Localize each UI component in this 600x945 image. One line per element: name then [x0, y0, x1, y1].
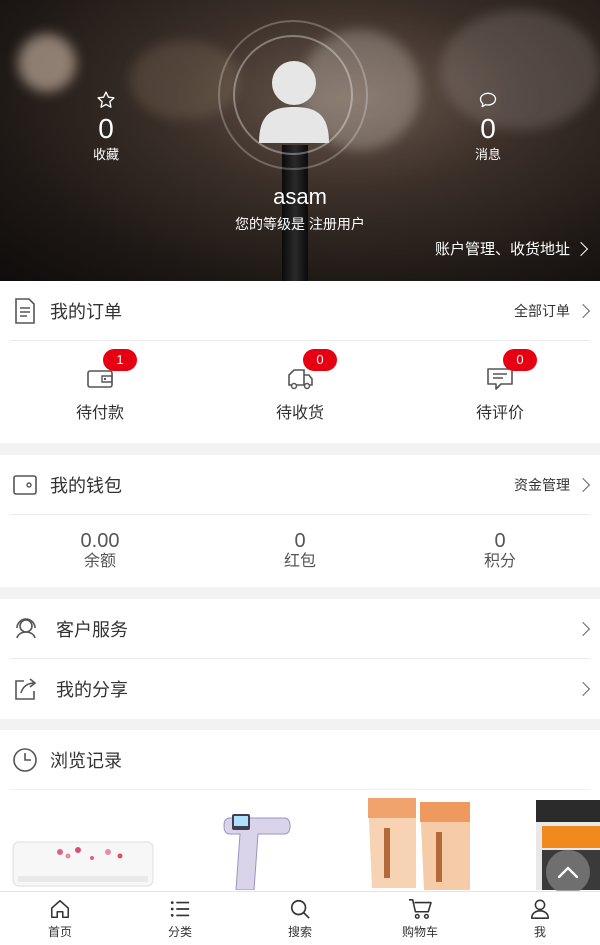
my-share-label: 我的分享 [56, 680, 128, 700]
chevron-right-icon [575, 681, 591, 697]
account-management-label: 账户管理、收货地址 [434, 241, 570, 258]
favorites-count: 0 [98, 113, 114, 144]
all-orders-link[interactable]: 全部订单 [514, 301, 570, 321]
history-products [0, 790, 600, 890]
thermometer-image [223, 814, 291, 890]
favorites-label: 收藏 [92, 147, 119, 162]
wallet-title: 我的钱包 [50, 475, 122, 496]
wallet-red-packet[interactable]: 0 红包 [200, 515, 400, 587]
wallet-icon: 1 [85, 348, 137, 393]
order-pending-receipt[interactable]: 0 待收货 [200, 341, 400, 444]
background-bokeh [18, 34, 76, 92]
order-pending-payment[interactable]: 1 待付款 [0, 341, 200, 444]
my-share-row[interactable]: 我的分享 [10, 659, 591, 719]
chevron-right-icon [575, 303, 591, 318]
points-value: 0 [494, 530, 506, 552]
fund-management-link[interactable]: 资金管理 [514, 475, 570, 495]
username: asam [273, 184, 327, 209]
points-label: 积分 [483, 553, 516, 570]
messages-stat[interactable]: 0 消息 [448, 90, 528, 164]
clock-icon [12, 747, 38, 773]
red-packet-value: 0 [294, 530, 306, 552]
product-thumbnail[interactable] [366, 798, 472, 890]
orders-section: 我的订单 全部订单 1 待付款 0 待收货 0 待评价 [0, 281, 600, 443]
tab-me[interactable]: 我 [480, 892, 600, 945]
tab-label: 搜索 [287, 925, 312, 939]
tab-label: 分类 [167, 925, 192, 939]
air-conditioner-image [12, 841, 154, 887]
order-status-label: 待付款 [75, 404, 124, 422]
list-icon [168, 897, 192, 921]
balance-value: 0.00 [80, 530, 120, 552]
pending-payment-badge: 1 [103, 348, 137, 371]
pending-receipt-badge: 0 [303, 348, 337, 371]
pending-review-badge: 0 [503, 348, 537, 371]
wallet-row: 0.00 余额 0 红包 0 积分 [0, 515, 600, 587]
order-status-label: 待收货 [275, 404, 324, 422]
share-icon [12, 675, 40, 703]
member-level: 您的等级是 注册用户 [235, 216, 365, 232]
order-status-label: 待评价 [475, 404, 524, 422]
chevron-up-icon [557, 866, 579, 879]
profile-header: 0 收藏 0 消息 asam 您的等级是 注册用户 账户管理、收货地址 [0, 0, 600, 281]
messages-label: 消息 [474, 147, 501, 162]
wallet-header[interactable]: 我的钱包 资金管理 [10, 455, 591, 515]
chevron-right-icon [575, 621, 591, 636]
back-to-top-button[interactable] [546, 850, 590, 894]
customer-service-label: 客户服务 [56, 619, 128, 640]
account-management-link[interactable]: 账户管理、收货地址 [434, 238, 589, 259]
favorites-stat[interactable]: 0 收藏 [66, 90, 146, 164]
customer-service-row[interactable]: 客户服务 [10, 599, 591, 659]
truck-icon: 0 [285, 348, 337, 393]
user-avatar-icon [259, 61, 329, 143]
history-section: 浏览记录 [0, 730, 600, 891]
tab-category[interactable]: 分类 [120, 892, 240, 945]
orders-header[interactable]: 我的订单 全部订单 [10, 281, 591, 341]
chevron-right-icon [573, 241, 589, 256]
wallet-section: 我的钱包 资金管理 0.00 余额 0 红包 0 积分 [0, 455, 600, 587]
history-title: 浏览记录 [50, 750, 122, 771]
order-status-row: 1 待付款 0 待收货 0 待评价 [0, 341, 600, 444]
tab-label: 我 [533, 925, 546, 939]
balance-label: 余额 [83, 553, 116, 570]
red-packet-label: 红包 [283, 553, 316, 570]
user-icon [528, 897, 552, 921]
orders-title: 我的订单 [50, 301, 122, 322]
comment-icon: 0 [485, 348, 537, 393]
bottom-tab-bar: 首页 分类 搜索 购物车 我 [0, 891, 600, 945]
product-thumbnail[interactable] [222, 808, 292, 890]
tab-cart[interactable]: 购物车 [360, 892, 480, 945]
tab-label: 首页 [47, 925, 72, 939]
product-thumbnail[interactable] [12, 838, 154, 890]
menu-section: 客户服务 我的分享 [0, 599, 600, 719]
cart-icon [408, 897, 432, 921]
avatar[interactable] [253, 57, 335, 147]
wallet-balance[interactable]: 0.00 余额 [0, 515, 200, 587]
chat-bubble-icon [448, 90, 528, 112]
headset-icon [12, 615, 40, 643]
star-icon [66, 90, 146, 112]
tab-label: 购物车 [401, 925, 438, 939]
search-icon [288, 897, 312, 921]
order-pending-review[interactable]: 0 待评价 [400, 341, 600, 444]
tab-home[interactable]: 首页 [0, 892, 120, 945]
messages-count: 0 [480, 113, 496, 144]
chevron-right-icon [575, 477, 591, 492]
cleanser-image [368, 798, 470, 890]
document-icon [12, 297, 38, 324]
wallet-points[interactable]: 0 积分 [400, 515, 600, 587]
home-icon [48, 897, 72, 921]
wallet-icon [12, 472, 38, 498]
tab-search[interactable]: 搜索 [240, 892, 360, 945]
history-header: 浏览记录 [10, 730, 590, 790]
